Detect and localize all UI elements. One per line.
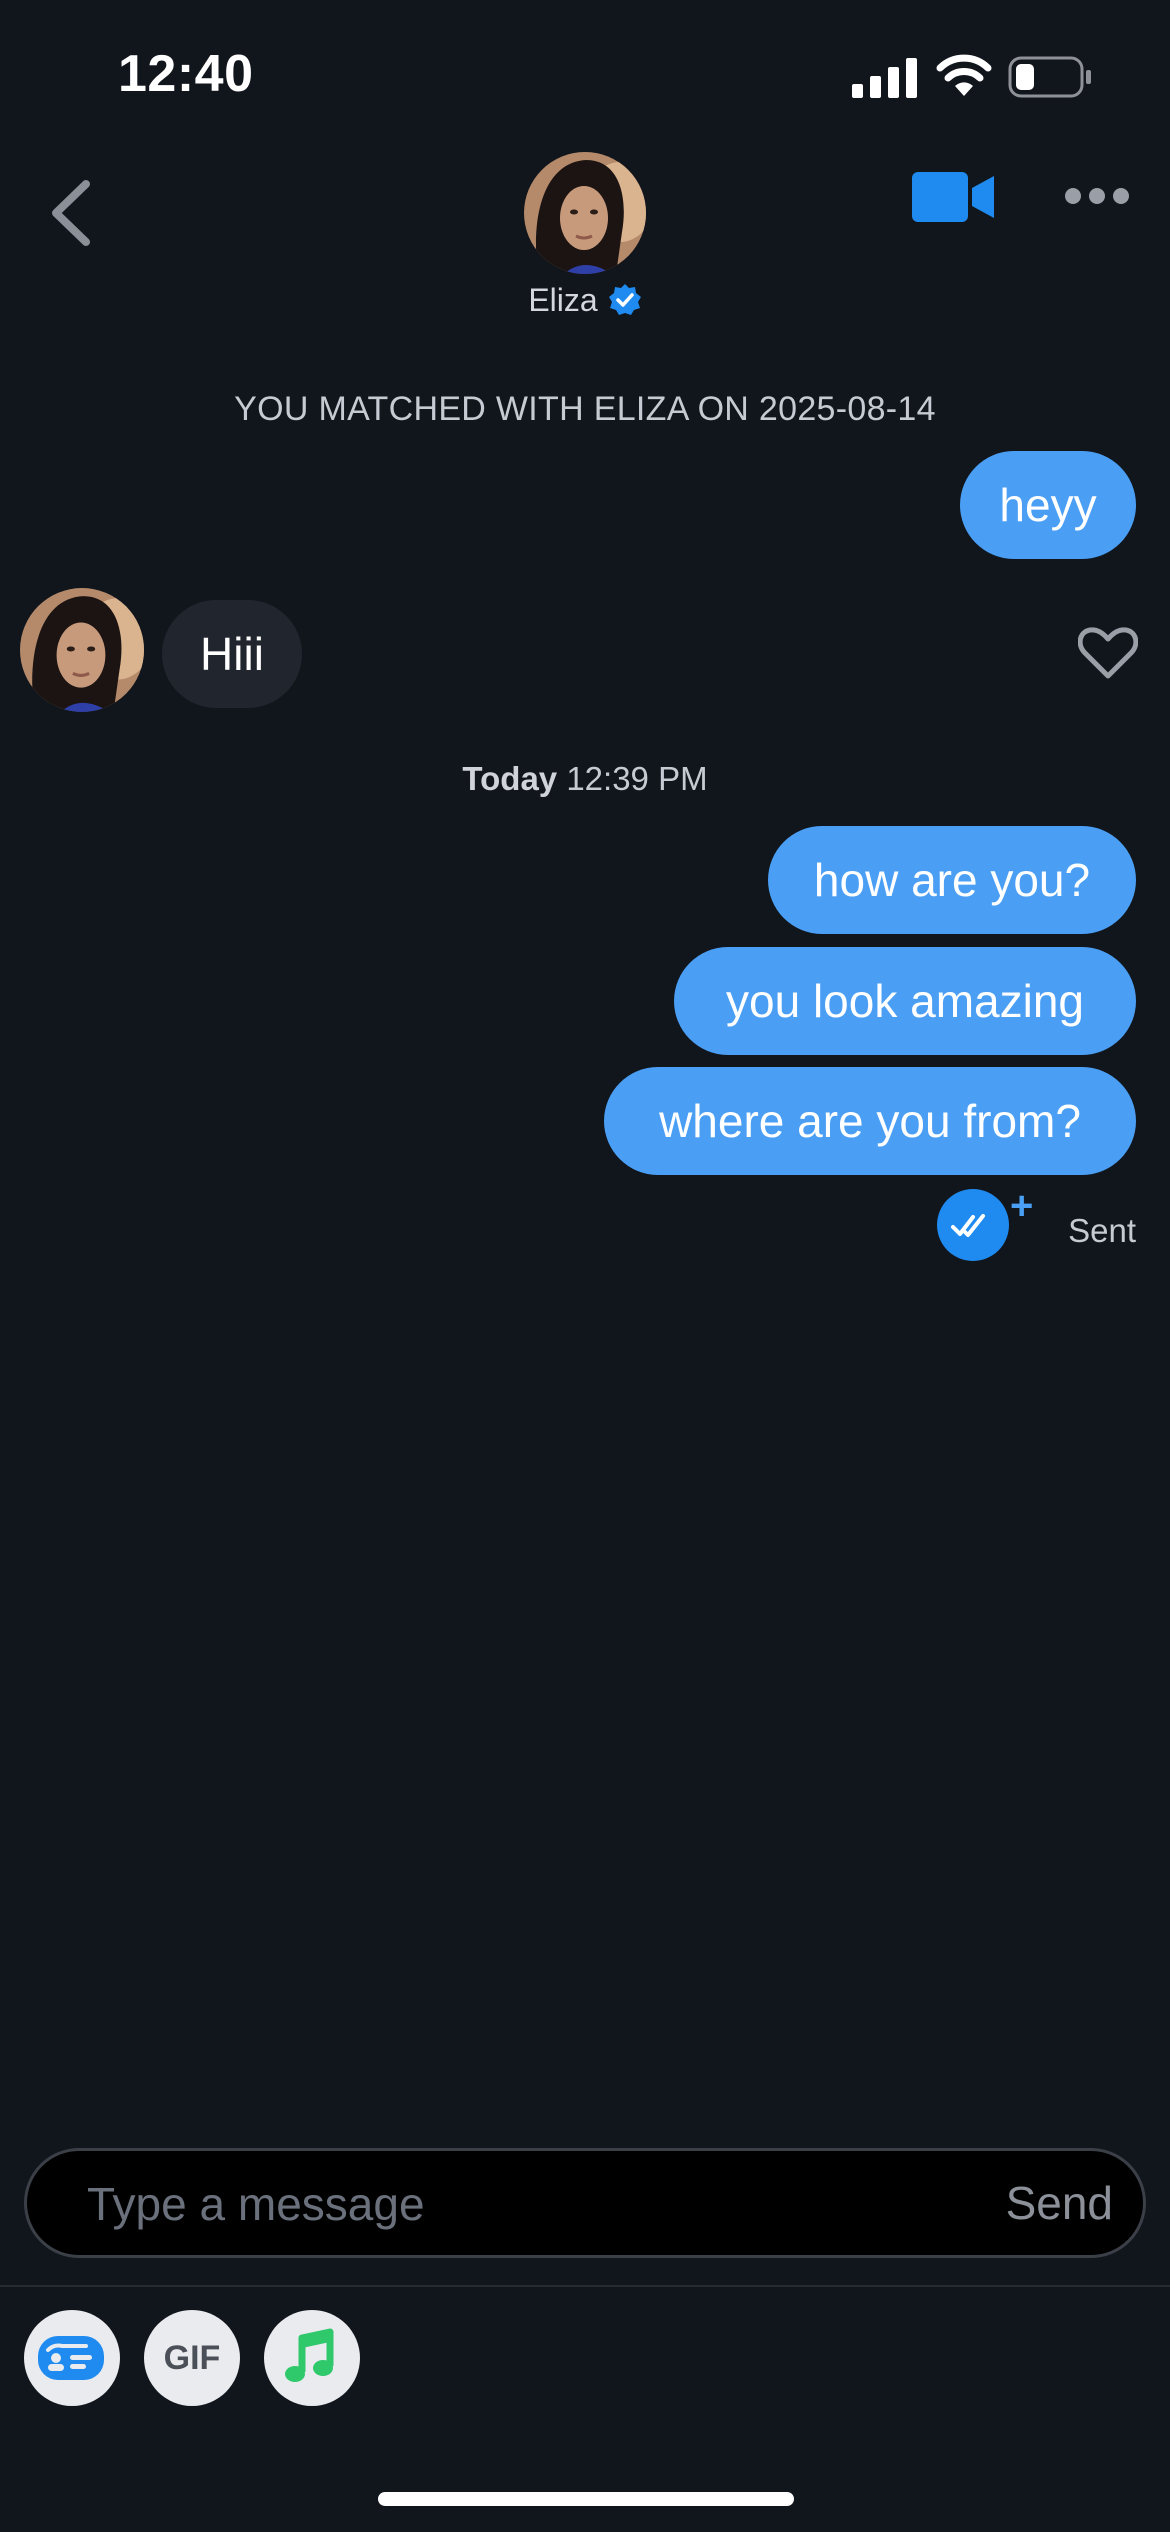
gif-button[interactable]: GIF <box>144 2310 240 2406</box>
card-icon <box>38 2336 104 2380</box>
day-time: 12:39 PM <box>566 760 708 797</box>
sent-status: Sent <box>1068 1212 1136 1249</box>
header-avatar[interactable] <box>524 152 646 274</box>
outgoing-message[interactable]: how are you? <box>768 826 1136 934</box>
wifi-icon <box>936 54 992 96</box>
outgoing-message[interactable]: where are you from? <box>604 1067 1136 1175</box>
battery-icon <box>1008 56 1091 98</box>
send-button[interactable]: Send <box>1006 2151 1113 2255</box>
divider <box>0 2285 1170 2287</box>
message-composer: Send <box>24 2148 1146 2258</box>
outgoing-message[interactable]: you look amazing <box>674 947 1136 1055</box>
day-separator: Today 12:39 PM <box>0 760 1170 798</box>
outgoing-message[interactable]: heyy <box>960 451 1136 559</box>
chat-screen: 12:40 Eliza YOU MATCHED WITH ELIZA ON 20… <box>0 0 1170 2532</box>
read-receipt-icon[interactable] <box>937 1189 1009 1261</box>
back-icon[interactable] <box>48 180 94 246</box>
more-icon[interactable] <box>1064 186 1130 206</box>
home-indicator[interactable] <box>378 2492 794 2506</box>
day-label: Today <box>462 760 558 797</box>
receipt-plus-icon[interactable]: + <box>1010 1186 1033 1226</box>
signal-icon <box>852 58 917 98</box>
music-icon <box>285 2328 334 2382</box>
card-button[interactable] <box>24 2310 120 2406</box>
status-time: 12:40 <box>118 45 254 103</box>
heart-icon[interactable] <box>1078 626 1138 680</box>
contact-name: Eliza <box>528 282 598 318</box>
verified-icon <box>608 284 641 315</box>
music-button[interactable] <box>264 2310 360 2406</box>
incoming-avatar[interactable] <box>20 588 144 712</box>
header-name[interactable]: Eliza <box>0 282 1170 319</box>
match-label: YOU MATCHED WITH ELIZA ON 2025-08-14 <box>234 390 936 428</box>
gif-label: GIF <box>163 2339 221 2377</box>
message-input[interactable] <box>85 2151 949 2257</box>
incoming-message[interactable]: Hiii <box>162 600 302 708</box>
video-call-icon[interactable] <box>912 170 996 224</box>
